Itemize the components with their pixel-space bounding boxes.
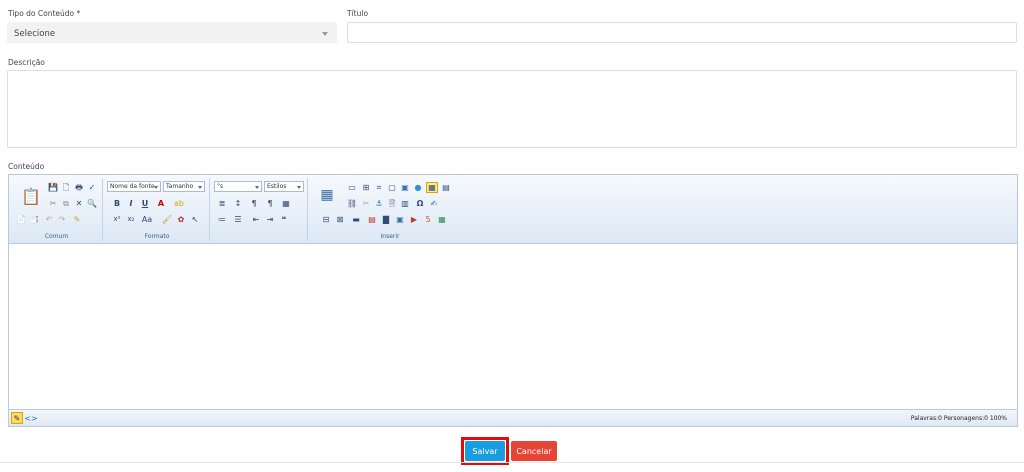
outdent-icon[interactable]: ⇤ xyxy=(250,214,262,225)
insert-file-icon[interactable]: ▇ xyxy=(380,214,392,225)
group-label-comum: Comum xyxy=(44,233,69,240)
toolbar-group-inserir: ▦ ▭ ⊞ ⌗ ▢ ▣ ● ▦ ▤ ⛓ ✂ ⚓ 🗎 ▥ Ω ✍ ⊟ ⊠ ▬ ▤ … xyxy=(310,178,470,241)
superscript-icon[interactable]: x² xyxy=(111,214,123,225)
tipo-select-value: Selecione xyxy=(14,29,56,39)
bullet-list-icon[interactable]: ☰ xyxy=(232,214,244,225)
insert-frame-icon[interactable]: ▢ xyxy=(386,182,398,193)
paragraph-format-dropdown[interactable]: °s xyxy=(214,181,262,192)
spellcheck-icon[interactable]: ✓ xyxy=(86,182,98,193)
insert-pdf-icon[interactable]: ▤ xyxy=(366,214,378,225)
rich-text-editor: 📋 💾 🗋 🖶 ✓ ✂ ⧉ ✕ 🔍 📄 📑 ↶ ↷ ✎ Comum Nome d… xyxy=(8,174,1018,427)
font-name-dropdown[interactable]: Nome da fonte xyxy=(107,181,161,192)
styles-icon[interactable]: ✿ xyxy=(175,214,187,225)
descricao-label: Descrição xyxy=(8,58,45,67)
insert-form-icon[interactable]: ▭ xyxy=(346,182,358,193)
insert-link-icon[interactable]: ⛓ xyxy=(346,198,358,209)
insert-table-icon[interactable]: ▦ xyxy=(318,186,336,204)
clear-format-icon[interactable]: ✎ xyxy=(71,214,83,225)
print-icon[interactable]: 🖶 xyxy=(73,182,85,193)
insert-grid-icon[interactable]: ▦ xyxy=(426,182,438,193)
paragraph-format-value: °s xyxy=(217,183,224,190)
chevron-down-icon xyxy=(322,32,328,36)
insert-hr-icon[interactable]: ▬ xyxy=(350,214,362,225)
editor-statusbar: ✎ <> Palavras:0 Personagens:0 100% xyxy=(9,409,1017,426)
insert-template-icon[interactable]: ▤ xyxy=(440,182,452,193)
titulo-input[interactable] xyxy=(347,22,1017,43)
insert-image-icon[interactable]: ▣ xyxy=(399,182,411,193)
rtl-icon[interactable]: ¶ xyxy=(264,198,276,209)
paste-word-icon[interactable]: 📑 xyxy=(28,214,40,225)
insert-media-icon[interactable]: ▥ xyxy=(399,198,411,209)
highlight-icon[interactable]: ab xyxy=(173,198,185,209)
save-button[interactable]: Salvar xyxy=(465,441,505,461)
select-cursor-icon[interactable]: ↖ xyxy=(189,214,201,225)
html-mode-icon[interactable]: <> xyxy=(24,412,37,424)
styles-dropdown[interactable]: Estilos xyxy=(264,181,304,192)
tipo-label: Tipo do Conteúdo * xyxy=(8,9,81,18)
toolbar-group-paragraph: °s Estilos ≣ ↕ ¶ ¶ ▦ ≔ ☰ ⇤ ⇥ ❝ xyxy=(212,178,308,241)
delete-icon[interactable]: ✕ xyxy=(73,198,85,209)
cut-icon[interactable]: ✂ xyxy=(47,198,59,209)
font-size-value: Tamanho xyxy=(166,183,194,190)
insert-excel-icon[interactable]: ▦ xyxy=(436,214,448,225)
special-char-icon[interactable]: Ω xyxy=(414,198,426,209)
indent-icon[interactable]: ⇥ xyxy=(264,214,276,225)
text-case-icon[interactable]: Aa xyxy=(141,214,153,225)
titulo-label: Título xyxy=(347,9,369,18)
find-icon[interactable]: 🔍 xyxy=(86,198,98,209)
tipo-select[interactable]: Selecione xyxy=(7,22,337,43)
font-size-dropdown[interactable]: Tamanho xyxy=(163,181,205,192)
format-painter-icon[interactable]: 🖌 xyxy=(161,214,173,225)
save-icon[interactable]: 💾 xyxy=(47,182,59,193)
insert-row-icon[interactable]: ⊟ xyxy=(320,214,332,225)
paste-icon[interactable]: 📋 xyxy=(21,186,41,208)
numbered-list-icon[interactable]: ≔ xyxy=(216,214,228,225)
bold-icon[interactable]: B xyxy=(111,198,123,209)
conteudo-label: Conteúdo xyxy=(8,162,45,171)
insert-div-icon[interactable]: ⌗ xyxy=(373,182,385,193)
toolbar-group-formato: Nome da fonte Tamanho B I U A ab x² x₂ A… xyxy=(105,178,210,241)
unlink-icon[interactable]: ✂ xyxy=(360,198,372,209)
line-height-icon[interactable]: ↕ xyxy=(232,198,244,209)
underline-icon[interactable]: U xyxy=(139,198,151,209)
block-format-icon[interactable]: ▦ xyxy=(280,198,292,209)
insert-box-icon[interactable]: ⊞ xyxy=(360,182,372,193)
styles-value: Estilos xyxy=(267,183,287,190)
insert-picture-icon[interactable]: ▣ xyxy=(394,214,406,225)
italic-icon[interactable]: I xyxy=(125,198,137,209)
new-page-icon[interactable]: 🗋 xyxy=(60,182,72,193)
font-color-icon[interactable]: A xyxy=(155,198,167,209)
editor-toolbar: 📋 💾 🗋 🖶 ✓ ✂ ⧉ ✕ 🔍 📄 📑 ↶ ↷ ✎ Comum Nome d… xyxy=(9,175,1017,244)
toolbar-group-comum: 📋 💾 🗋 🖶 ✓ ✂ ⧉ ✕ 🔍 📄 📑 ↶ ↷ ✎ Comum xyxy=(11,178,103,241)
align-icon[interactable]: ≣ xyxy=(216,198,228,209)
font-name-value: Nome da fonte xyxy=(110,183,155,190)
descricao-textarea[interactable] xyxy=(7,70,1017,148)
insert-document-icon[interactable]: 🗎 xyxy=(386,198,398,209)
design-mode-icon[interactable]: ✎ xyxy=(11,412,23,424)
cancel-button[interactable]: Cancelar xyxy=(511,441,557,461)
ltr-icon[interactable]: ¶ xyxy=(248,198,260,209)
group-label-inserir: Inserir xyxy=(380,233,400,240)
subscript-icon[interactable]: x₂ xyxy=(125,214,137,225)
anchor-icon[interactable]: ⚓ xyxy=(373,198,385,209)
insert-column-icon[interactable]: ⊠ xyxy=(334,214,346,225)
insert-flash-icon[interactable]: ● xyxy=(412,182,424,193)
undo-icon[interactable]: ↶ xyxy=(43,214,55,225)
editor-content-area[interactable] xyxy=(9,244,1017,410)
redo-icon[interactable]: ↷ xyxy=(56,214,68,225)
word-count-status: Palavras:0 Personagens:0 100% xyxy=(910,415,1007,422)
divider xyxy=(0,462,1024,463)
group-label-formato: Formato xyxy=(144,233,170,240)
copy-icon[interactable]: ⧉ xyxy=(60,198,72,209)
paste-text-icon[interactable]: 📄 xyxy=(15,214,27,225)
youtube-icon[interactable]: ▶ xyxy=(408,214,420,225)
blockquote-icon[interactable]: ❝ xyxy=(278,214,290,225)
insert-code-icon[interactable]: ✍ xyxy=(428,198,440,209)
html5-icon[interactable]: 5 xyxy=(422,214,434,225)
